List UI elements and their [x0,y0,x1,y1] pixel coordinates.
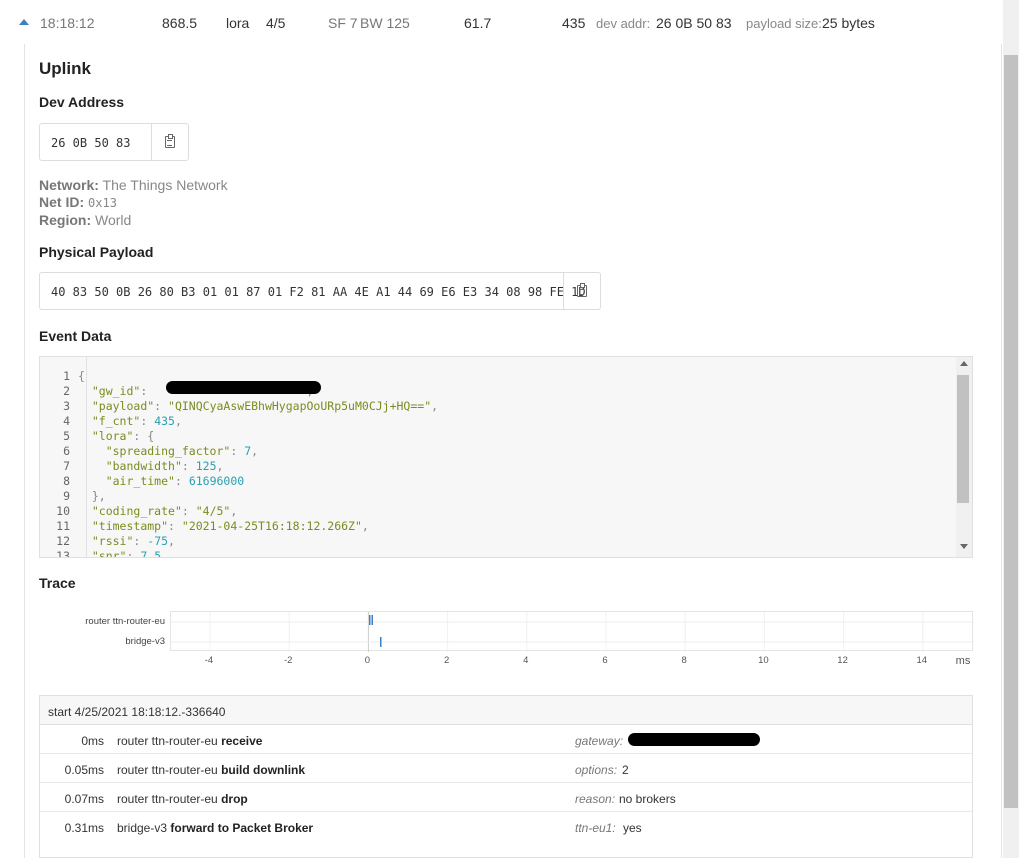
summary-airtime: 61.7 [464,15,492,31]
trace-axis-unit: ms [955,655,971,667]
trace-axis-tick: 14 [916,655,928,666]
clipboard-icon [577,283,587,297]
region-info: Region: World [39,212,131,228]
collapse-caret-icon[interactable] [19,19,29,25]
event-data-editor[interactable]: 1{2 "gw_id": ,3 "payload": "QINQCyaAswEB… [39,356,973,558]
trace-start-header: start 4/25/2021 18:18:12.-336640 [40,696,972,725]
netid-value: 0x13 [88,196,117,210]
network-info: Network: The Things Network [39,177,228,193]
dev-address-value[interactable]: 26 0B 50 83 [51,136,130,150]
trace-timeline-chart: router ttn-router-eu bridge-v3 -4 -2 0 2 4 6 8… [60,608,980,670]
trace-event-duration: 0.31ms [64,821,104,835]
region-label: Region: [39,212,92,228]
trace-event-source: router ttn-router-eu [117,734,218,748]
trace-span-router-receive[interactable] [369,615,371,625]
netid-label: Net ID: [39,194,85,210]
trace-axis-tick: 6 [602,655,608,666]
clipboard-icon [165,134,175,148]
physical-payload-title: Physical Payload [39,244,154,260]
trace-span-bridge-forward[interactable] [380,637,382,647]
editor-scrollbar[interactable] [956,357,972,557]
trace-row-label-router: router ttn-router-eu [85,616,165,627]
trace-event-field: options: [575,763,618,777]
trace-event-source: router ttn-router-eu [117,792,218,806]
trace-event-duration: 0.07ms [64,792,104,806]
copy-dev-address-button[interactable] [151,124,188,160]
trace-title: Trace [39,575,76,591]
trace-event-value: yes [623,821,642,835]
summary-payload-size: 25 bytes [822,15,875,31]
trace-event-row[interactable]: 0.31ms bridge-v3 forward to Packet Broke… [40,812,972,841]
trace-events-table: start 4/25/2021 18:18:12.-336640 0ms rou… [39,695,973,858]
trace-event-row[interactable]: 0.07ms router ttn-router-eu drop reason:… [40,783,972,812]
trace-event-field: reason: [575,792,616,806]
trace-event-row[interactable]: 0.05ms router ttn-router-eu build downli… [40,754,972,783]
network-label: Network: [39,177,99,193]
message-summary-row[interactable]: 18:18:12 868.5 lora 4/5 SF 7 BW 125 61.7… [0,0,1002,44]
trace-event-source: bridge-v3 [117,821,168,835]
trace-axis-tick: -2 [283,655,293,666]
trace-axis-tick: 0 [364,655,371,666]
page-scroll-thumb[interactable] [1004,55,1018,808]
trace-grid-svg [171,612,974,652]
trace-axis-tick: 12 [837,655,848,666]
copy-payload-button[interactable] [563,273,600,309]
netid-info: Net ID: 0x13 [39,194,117,210]
trace-axis-tick: -4 [204,655,214,666]
trace-event-action: drop [221,792,248,806]
trace-event-action: forward to Packet Broker [170,821,314,835]
event-data-code: 1{2 "gw_id": ,3 "payload": "QINQCyaAswEB… [56,369,439,558]
physical-payload-box: 40 83 50 0B 26 80 B3 01 01 87 01 F2 81 A… [39,272,601,310]
summary-coding-rate: 4/5 [266,15,286,31]
redacted-gateway [628,733,760,746]
scroll-down-icon[interactable] [960,544,968,549]
scroll-up-icon[interactable] [960,361,968,366]
trace-event-duration: 0.05ms [64,763,104,777]
editor-scroll-thumb[interactable] [957,375,969,503]
trace-event-row[interactable]: 0ms router ttn-router-eu receive gateway… [40,725,972,754]
trace-plot-area [170,611,974,652]
summary-modulation: lora [226,15,250,31]
trace-event-action: build downlink [221,763,306,777]
trace-event-source: router ttn-router-eu [117,763,218,777]
summary-bw: BW 125 [360,15,410,31]
summary-dev-addr: 26 0B 50 83 [656,15,732,31]
summary-payload-size-label: payload size: [746,16,822,31]
region-value: World [95,212,132,228]
summary-fcnt: 435 [562,15,586,31]
trace-axis-tick: 2 [443,655,450,666]
dev-address-title: Dev Address [39,94,125,110]
uplink-title: Uplink [39,59,91,78]
trace-axis-tick: 10 [758,655,769,666]
trace-span-router-drop[interactable] [371,615,374,625]
payload-json-value: "QINQCyaAswEBhwHygapOoURp5uM0CJj+HQ==" [168,399,432,413]
redacted-gw-id [166,381,321,394]
trace-row-label-bridge: bridge-v3 [125,636,165,647]
trace-axis-tick: 4 [523,655,529,666]
physical-payload-value[interactable]: 40 83 50 0B 26 80 B3 01 01 87 01 F2 81 A… [51,285,586,299]
trace-event-value: no brokers [619,792,676,806]
summary-frequency: 868.5 [162,15,198,31]
network-value: The Things Network [102,177,228,193]
trace-event-value: 2 [622,763,629,777]
trace-event-field: gateway: [575,734,624,748]
trace-event-action: receive [221,734,263,748]
summary-time: 18:18:12 [40,15,95,31]
summary-sf: SF 7 [328,15,358,31]
event-data-title: Event Data [39,328,112,344]
trace-event-duration: 0ms [81,734,104,748]
trace-axis-tick: 8 [681,655,687,666]
summary-dev-addr-label: dev addr: [596,16,651,31]
dev-address-box: 26 0B 50 83 [39,123,189,161]
trace-event-field: ttn-eu1: [575,821,616,835]
